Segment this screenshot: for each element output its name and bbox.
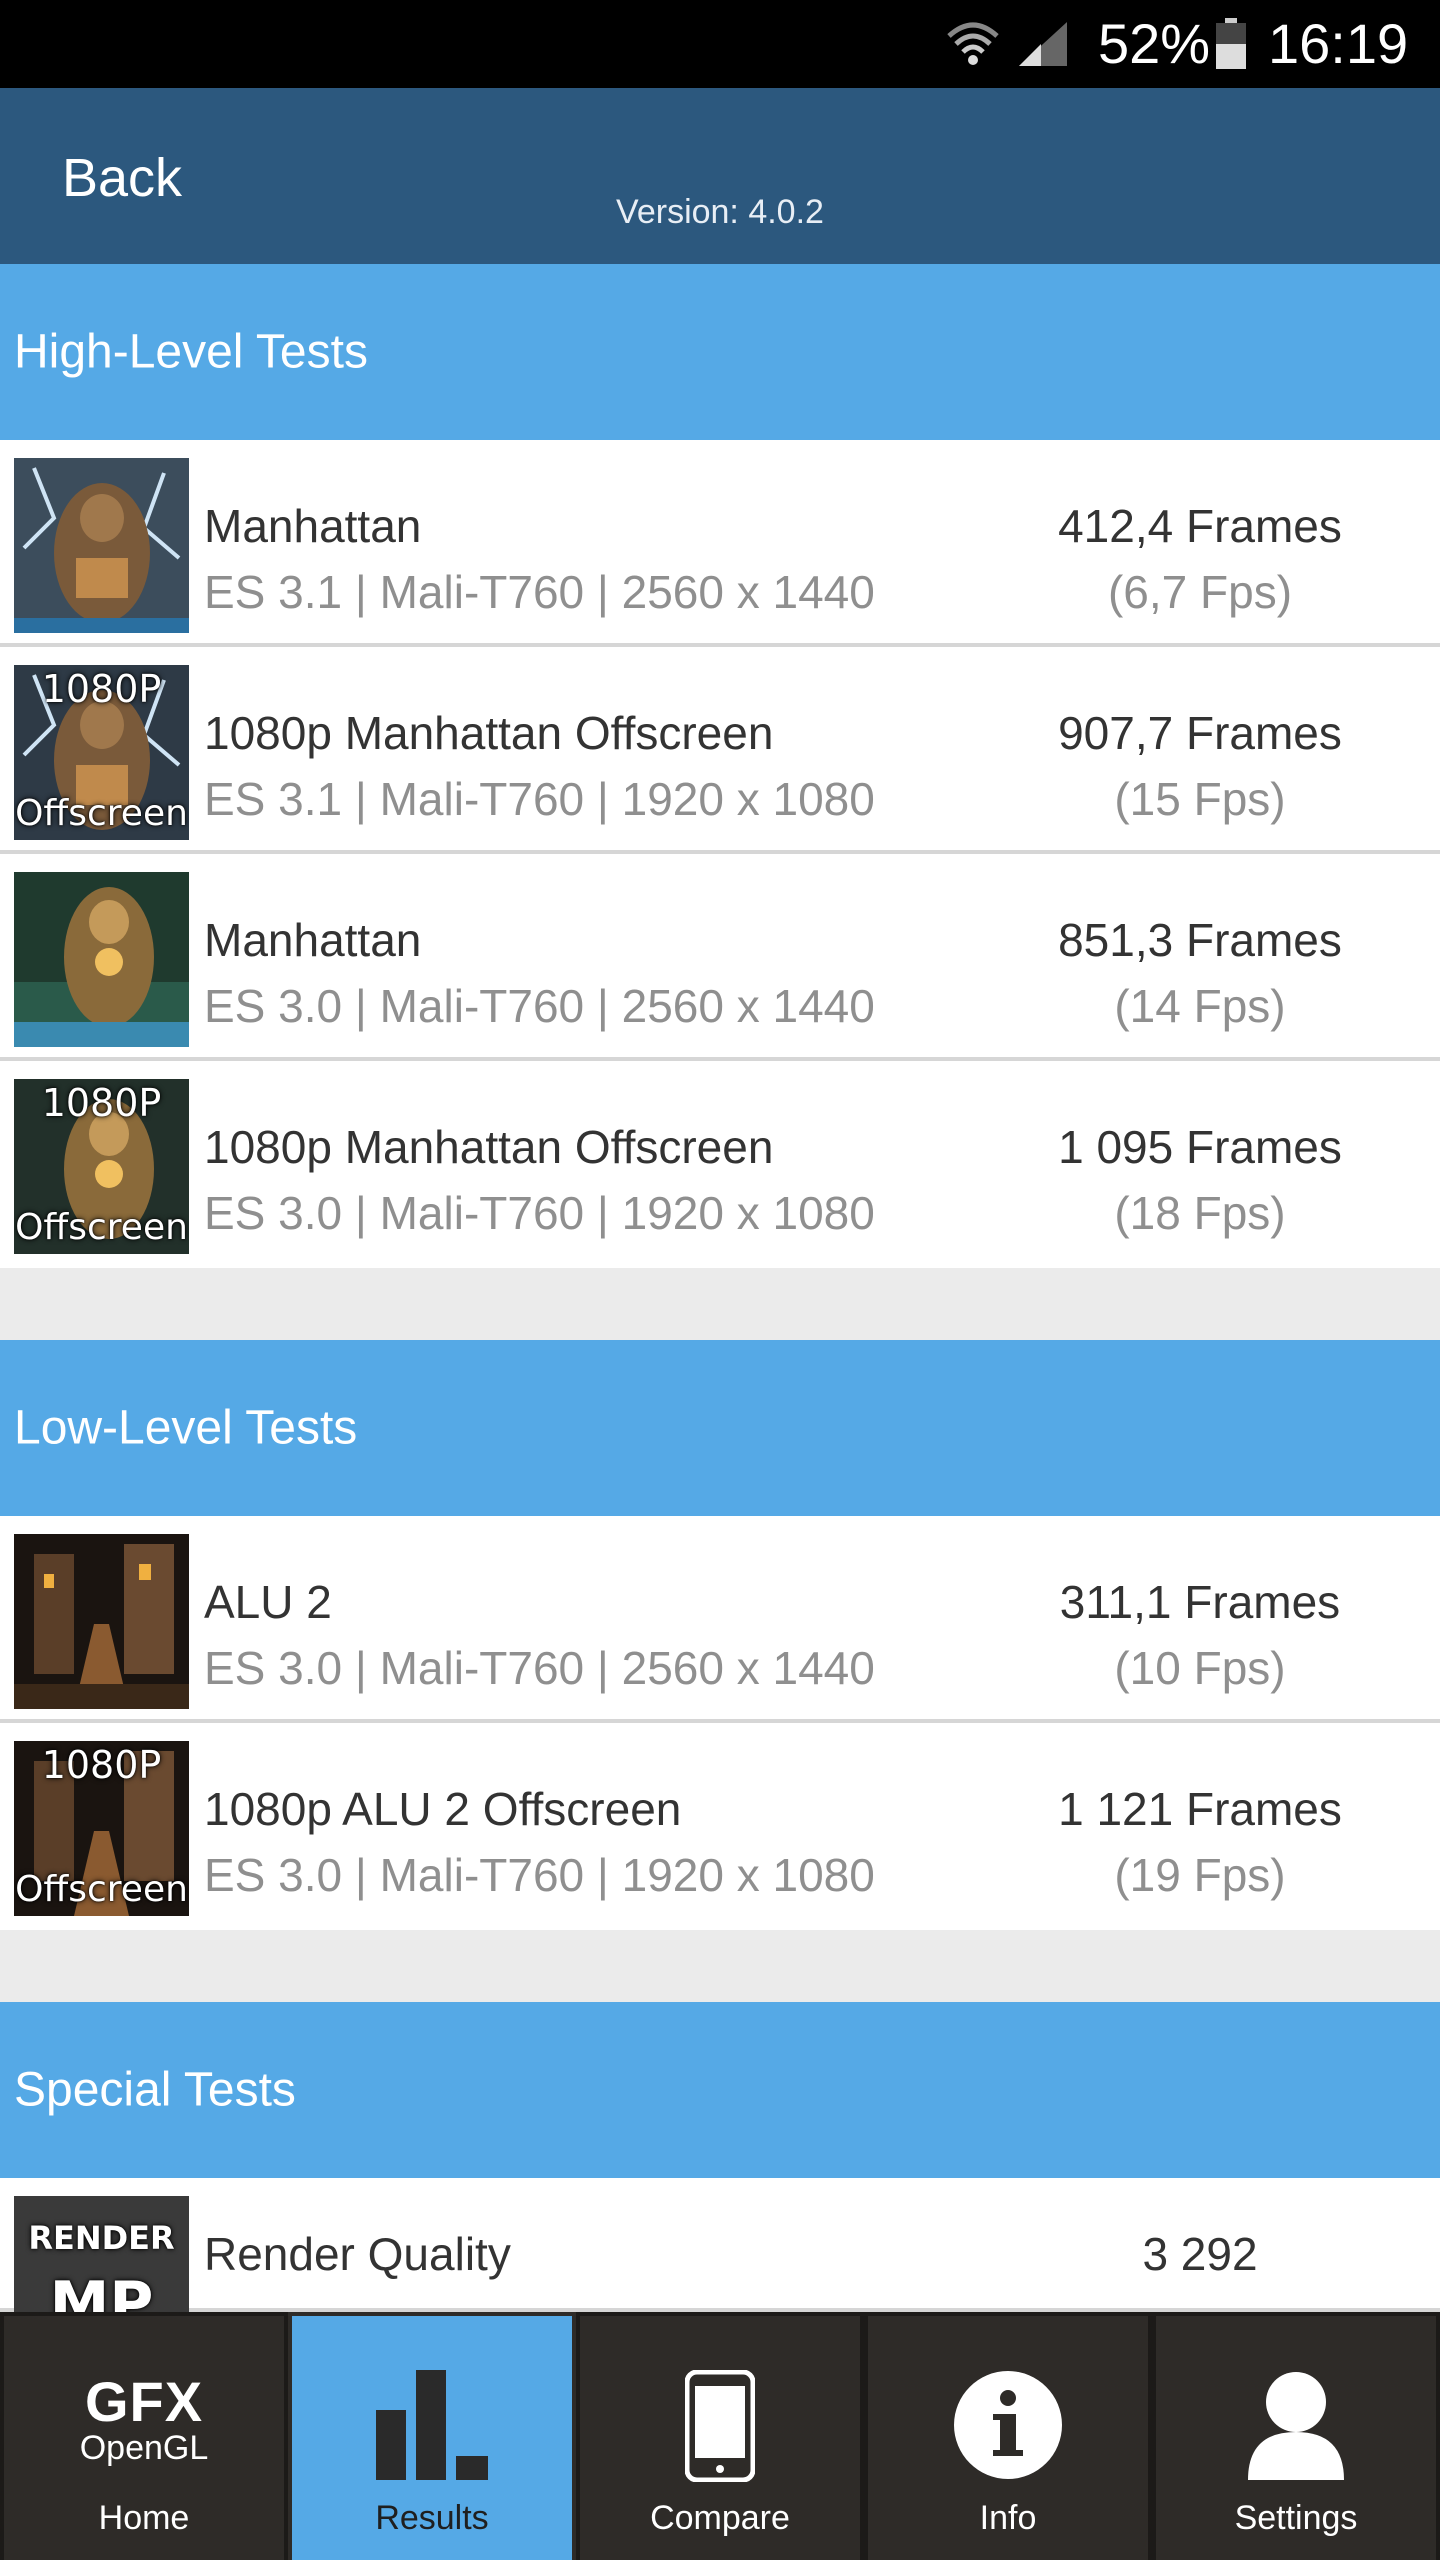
test-name: 1080p Manhattan Offscreen	[204, 707, 774, 759]
test-row-render-quality[interactable]: RENDER MP Render Quality 3 292	[0, 2178, 1440, 2312]
test-row-manhattan-offscreen-es30[interactable]: 1080P Offscreen 1080p Manhattan Offscree…	[0, 1061, 1440, 1268]
test-details: ES 3.0 | Mali-T760 | 1920 x 1080	[204, 1849, 875, 1901]
test-row-alu2[interactable]: ALU 2 ES 3.0 | Mali-T760 | 2560 x 1440 3…	[0, 1516, 1440, 1723]
nav-label: Home	[98, 2499, 190, 2537]
test-score: 851,3 Frames	[1058, 914, 1342, 966]
wifi-icon	[947, 22, 999, 65]
section-header-low-level: Low-Level Tests	[0, 1340, 1440, 1516]
test-details: ES 3.1 | Mali-T760 | 1920 x 1080	[204, 773, 875, 825]
test-thumbnail	[14, 458, 189, 633]
thumbnail-badge-bottom: MP	[49, 2269, 154, 2312]
test-name: 1080p Manhattan Offscreen	[204, 1121, 774, 1173]
phone-icon	[685, 2370, 755, 2482]
nav-info[interactable]: Info	[864, 2312, 1152, 2560]
thumbnail-badge-top: 1080P	[41, 1743, 162, 1787]
test-details: ES 3.0 | Mali-T760 | 2560 x 1440	[204, 1642, 875, 1694]
test-fps: (15 Fps)	[1114, 773, 1286, 825]
test-name: Render Quality	[204, 2228, 511, 2280]
user-icon	[1248, 2372, 1344, 2480]
test-fps: (6,7 Fps)	[1107, 566, 1293, 618]
test-fps: (18 Fps)	[1114, 1187, 1286, 1239]
thumbnail-badge-top: 1080P	[41, 1081, 162, 1125]
nav-results[interactable]: Results	[288, 2312, 576, 2560]
nav-label: Info	[979, 2499, 1037, 2537]
test-name: 1080p ALU 2 Offscreen	[204, 1783, 682, 1835]
thumbnail-badge-bottom: Offscreen	[15, 1207, 188, 1248]
nav-settings[interactable]: Settings	[1152, 2312, 1440, 2560]
thumbnail-badge-top: 1080P	[41, 667, 162, 711]
nav-home[interactable]: GFX OpenGL Home	[0, 2312, 288, 2560]
section-title: High-Level Tests	[14, 325, 368, 379]
test-row-manhattan-es31[interactable]: Manhattan ES 3.1 | Mali-T760 | 2560 x 14…	[0, 440, 1440, 647]
info-icon	[954, 2371, 1062, 2479]
section-title: Special Tests	[14, 2063, 296, 2117]
test-score: 311,1 Frames	[1059, 1576, 1341, 1628]
test-fps: (14 Fps)	[1114, 980, 1286, 1032]
battery-percentage: 52%	[1098, 12, 1211, 75]
test-score: 1 095 Frames	[1058, 1121, 1342, 1173]
section-header-high-level: High-Level Tests	[0, 264, 1440, 440]
test-thumbnail: 1080P Offscreen	[14, 665, 189, 840]
test-row-manhattan-offscreen-es31[interactable]: 1080P Offscreen 1080p Manhattan Offscree…	[0, 647, 1440, 854]
test-thumbnail	[14, 872, 189, 1047]
bar-chart-icon	[376, 2370, 488, 2480]
test-details: ES 3.0 | Mali-T760 | 1920 x 1080	[204, 1187, 875, 1239]
test-row-manhattan-es30[interactable]: Manhattan ES 3.0 | Mali-T760 | 2560 x 14…	[0, 854, 1440, 1061]
app-header: Back Version: 4.0.2	[0, 88, 1440, 264]
battery-icon	[1216, 18, 1246, 69]
gfx-logo-icon: GFX OpenGL	[79, 2370, 209, 2467]
test-row-alu2-offscreen[interactable]: 1080P Offscreen 1080p ALU 2 Offscreen ES…	[0, 1723, 1440, 1930]
test-details: ES 3.0 | Mali-T760 | 2560 x 1440	[204, 980, 875, 1032]
thumbnail-badge-top: RENDER	[28, 2219, 175, 2257]
version-label: Version: 4.0.2	[616, 193, 824, 231]
test-details: ES 3.1 | Mali-T760 | 2560 x 1440	[204, 566, 875, 618]
test-score: 3 292	[1142, 2228, 1258, 2280]
test-fps: (10 Fps)	[1114, 1642, 1286, 1694]
thumbnail-badge-bottom: Offscreen	[15, 1869, 188, 1910]
test-thumbnail: 1080P Offscreen	[14, 1079, 189, 1254]
test-score: 907,7 Frames	[1058, 707, 1342, 759]
test-name: Manhattan	[204, 500, 422, 552]
test-name: Manhattan	[204, 914, 422, 966]
test-thumbnail: 1080P Offscreen	[14, 1741, 189, 1916]
nav-label: Results	[375, 2499, 489, 2537]
nav-label: Settings	[1234, 2499, 1358, 2537]
bottom-navigation: GFX OpenGL Home Results Compare Info Set…	[0, 2312, 1440, 2560]
signal-icon	[1019, 22, 1067, 66]
test-fps: (19 Fps)	[1114, 1849, 1286, 1901]
test-thumbnail	[14, 1534, 189, 1709]
nav-compare[interactable]: Compare	[576, 2312, 864, 2560]
section-header-special: Special Tests	[0, 2002, 1440, 2178]
clock: 16:19	[1268, 12, 1409, 75]
thumbnail-badge-bottom: Offscreen	[15, 793, 188, 834]
nav-label: Compare	[650, 2499, 790, 2537]
test-score: 412,4 Frames	[1058, 500, 1342, 552]
test-name: ALU 2	[204, 1576, 332, 1628]
test-thumbnail: RENDER MP	[14, 2196, 189, 2312]
test-score: 1 121 Frames	[1058, 1783, 1342, 1835]
section-title: Low-Level Tests	[14, 1401, 358, 1455]
status-bar: 52% 16:19	[0, 0, 1440, 88]
